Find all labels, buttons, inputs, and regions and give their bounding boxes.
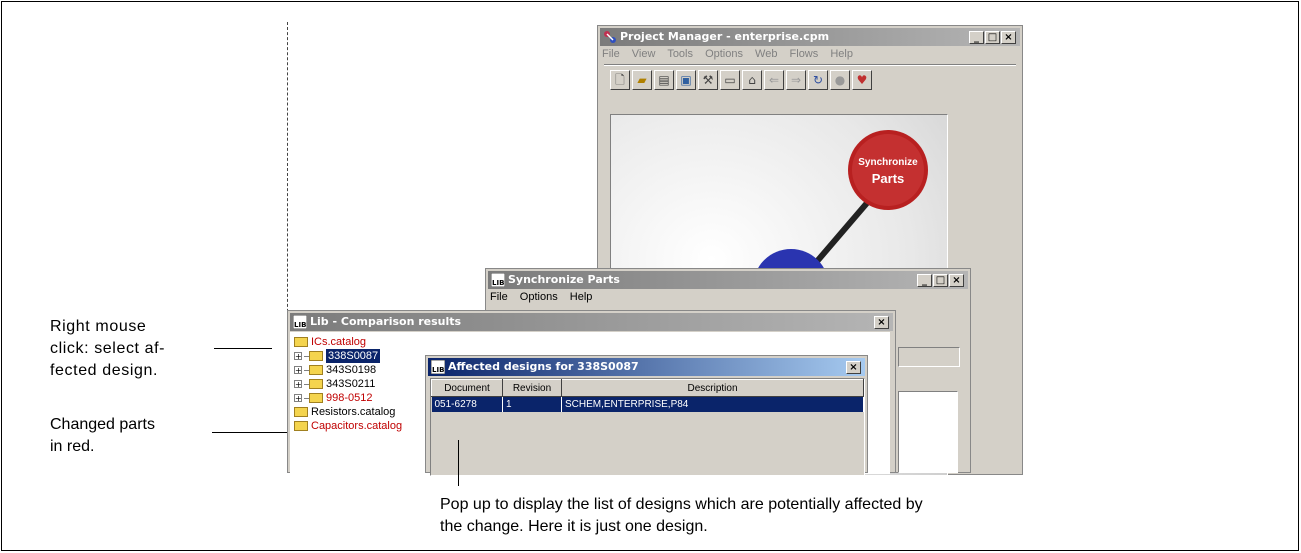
tree-item-998-0512[interactable]: + 998-0512 (294, 391, 402, 405)
menu-flows[interactable]: Flows (790, 48, 819, 60)
graphic-label-parts[interactable]: Parts (848, 171, 928, 186)
maximize-button[interactable]: □ (933, 274, 948, 287)
menu-tools[interactable]: Tools (667, 48, 693, 60)
annotation-popup: Pop up to display the list of designs wh… (440, 496, 923, 535)
lib-icon: LIB (293, 315, 307, 329)
refresh-icon[interactable]: ↻ (808, 70, 828, 90)
tree-item-338s0087[interactable]: + 338S0087 (294, 349, 402, 363)
menu-options[interactable]: Options (520, 291, 558, 303)
tree-item-resistors-catalog[interactable]: Resistors.catalog (294, 405, 402, 419)
affected-designs-titlebar[interactable]: LIB Affected designs for 338S0087 × (428, 358, 865, 376)
minimize-button[interactable]: _ (969, 31, 984, 44)
cell-document: 051-6278 (431, 396, 503, 412)
table-header-row: Document Revision Description (431, 379, 864, 397)
menu-file[interactable]: File (490, 291, 508, 303)
synchronize-parts-menubar: File Options Help (490, 291, 601, 303)
tools-icon[interactable]: ⚒ (698, 70, 718, 90)
lib-icon: LIB (431, 360, 445, 374)
tree-item-343s0198[interactable]: + 343S0198 (294, 363, 402, 377)
menu-web[interactable]: Web (755, 48, 777, 60)
tree-item-capacitors-catalog[interactable]: Capacitors.catalog (294, 419, 402, 433)
project-manager-menubar: File View Tools Options Web Flows Help (602, 48, 862, 60)
project-manager-toolbar: 🗋 ▰ ▤ ▣ ⚒ ▭ ⌂ ⇐ ⇒ ↻ ● ♥ (610, 70, 872, 90)
catalog-tree: ICs.catalog + 338S0087 + 343S0198 + 343S… (294, 335, 402, 433)
column-header-document[interactable]: Document (431, 379, 503, 397)
folder-icon (294, 421, 308, 431)
sync-field[interactable] (898, 347, 960, 367)
column-header-description[interactable]: Description (561, 379, 864, 397)
graphic-label-synchronize[interactable]: Synchronize (848, 157, 928, 168)
affected-table-area: Document Revision Description 051-6278 1… (430, 378, 865, 476)
close-button[interactable]: × (949, 274, 964, 287)
cell-revision: 1 (502, 396, 562, 412)
menu-view[interactable]: View (632, 48, 656, 60)
properties-icon[interactable]: ▤ (654, 70, 674, 90)
expand-icon[interactable]: + (294, 352, 302, 361)
window-title: Project Manager - enterprise.cpm (620, 30, 830, 43)
window-title: Affected designs for 338S0087 (448, 360, 639, 373)
synchronize-parts-titlebar[interactable]: LIB Synchronize Parts _ □ × (488, 271, 968, 289)
folder-icon (294, 407, 308, 417)
lib-comparison-titlebar[interactable]: LIB Lib - Comparison results × (290, 313, 893, 331)
close-button[interactable]: × (846, 361, 861, 374)
folder-icon (309, 351, 323, 361)
expand-icon[interactable]: + (294, 380, 302, 389)
affected-designs-table: Document Revision Description 051-6278 1… (431, 379, 864, 412)
window-title: Synchronize Parts (508, 273, 620, 286)
menu-options[interactable]: Options (705, 48, 743, 60)
maximize-button[interactable]: □ (985, 31, 1000, 44)
close-button[interactable]: × (1001, 31, 1016, 44)
menu-help[interactable]: Help (570, 291, 593, 303)
annotation-changed-parts: Changed parts in red. (50, 416, 155, 455)
home-icon[interactable]: ⌂ (742, 70, 762, 90)
folder-icon (294, 337, 308, 347)
tree-item-343s0211[interactable]: + 343S0211 (294, 377, 402, 391)
column-header-revision[interactable]: Revision (502, 379, 562, 397)
tree-item-ics-catalog[interactable]: ICs.catalog (294, 335, 402, 349)
folder-icon (309, 393, 323, 403)
svg-text:LIB: LIB (432, 366, 444, 374)
record-icon[interactable]: ● (830, 70, 850, 90)
cell-description: SCHEM,ENTERPRISE,P84 (561, 396, 864, 412)
new-doc-icon[interactable]: 🗋 (610, 70, 630, 90)
sync-panel (898, 391, 958, 473)
expand-icon[interactable]: + (294, 394, 302, 403)
project-manager-titlebar[interactable]: Project Manager - enterprise.cpm _ □ × (600, 28, 1020, 46)
window-title: Lib - Comparison results (310, 315, 462, 328)
divider-line (287, 22, 288, 322)
svg-text:LIB: LIB (492, 279, 504, 287)
app-icon (604, 31, 616, 43)
menu-file[interactable]: File (602, 48, 620, 60)
menu-help[interactable]: Help (830, 48, 853, 60)
back-arrow-icon[interactable]: ⇐ (764, 70, 784, 90)
close-button[interactable]: × (874, 316, 889, 329)
table-row[interactable]: 051-6278 1 SCHEM,ENTERPRISE,P84 (431, 396, 864, 412)
open-folder-icon[interactable]: ▰ (632, 70, 652, 90)
lib-icon: LIB (491, 273, 505, 287)
ruler-icon[interactable]: ▭ (720, 70, 740, 90)
folder-icon (309, 379, 323, 389)
svg-text:LIB: LIB (294, 321, 306, 329)
forward-arrow-icon[interactable]: ⇒ (786, 70, 806, 90)
expand-icon[interactable]: + (294, 366, 302, 375)
leader-line-changed-parts (212, 432, 287, 433)
affected-designs-dialog: LIB Affected designs for 338S0087 × Docu… (425, 355, 868, 476)
leader-line-right-click (214, 348, 272, 349)
leader-line-popup (458, 440, 459, 486)
heart-icon[interactable]: ♥ (852, 70, 872, 90)
minimize-button[interactable]: _ (917, 274, 932, 287)
annotation-right-click: Right mouse click: select af- fected des… (50, 318, 166, 379)
folder-icon (309, 365, 323, 375)
book-icon[interactable]: ▣ (676, 70, 696, 90)
